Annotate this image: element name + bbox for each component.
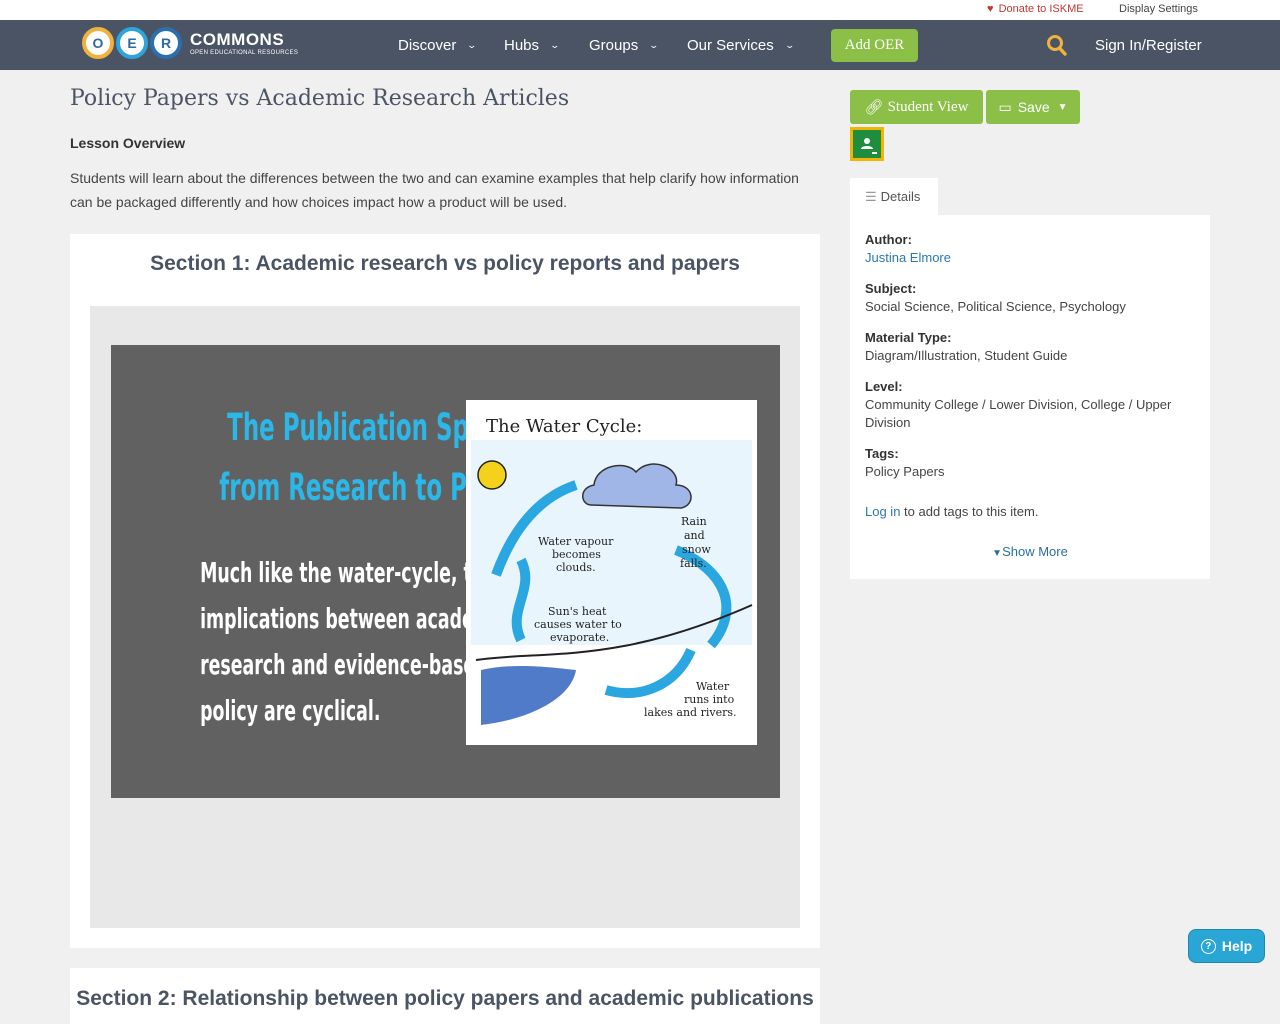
- svg-text:causes water to: causes water to: [534, 618, 622, 631]
- login-link[interactable]: Log in: [865, 504, 900, 519]
- question-icon: ?: [1200, 938, 1216, 954]
- tags-value: Policy Papers: [865, 464, 945, 479]
- logo-letter-e: E: [116, 27, 148, 59]
- folder-icon: ▭: [998, 98, 1012, 115]
- slide: The Publication Spectrum from Research t…: [111, 345, 780, 798]
- chevron-down-icon: ⌄: [784, 40, 795, 50]
- chevron-down-icon: ⌄: [648, 40, 660, 50]
- nav-groups[interactable]: Groups ⌄: [589, 37, 660, 54]
- water-cycle-diagram: The Water Cycle: Water vapour becomes cl…: [466, 400, 757, 745]
- subject-field: Subject: Social Science, Political Scien…: [865, 280, 1195, 316]
- utility-bar: ♥ Donate to ISKME Display Settings: [0, 0, 1280, 20]
- label-heat: Sun's heat: [548, 605, 607, 618]
- logo-tagline: OPEN EDUCATIONAL RESOURCES: [190, 49, 299, 56]
- level-field: Level: Community College / Lower Divisio…: [865, 378, 1195, 432]
- tab-details-label: Details: [880, 189, 921, 204]
- slide-body-line: Much like the water-cycle, the: [200, 556, 496, 589]
- caret-down-icon: ▼: [1057, 101, 1068, 113]
- material-type-value: Diagram/Illustration, Student Guide: [865, 348, 1068, 363]
- oer-commons-logo[interactable]: O E R COMMONS OPEN EDUCATIONAL RESOURCES: [82, 25, 298, 61]
- nav-hubs[interactable]: Hubs ⌄: [504, 37, 561, 54]
- logo-letter-o: O: [82, 27, 114, 59]
- display-settings-link[interactable]: Display Settings: [1119, 3, 1198, 15]
- water-cycle-illustration: The Water Cycle: Water vapour becomes cl…: [471, 416, 753, 735]
- svg-text:lakes and rivers.: lakes and rivers.: [644, 706, 736, 719]
- add-oer-button[interactable]: Add OER: [831, 29, 918, 62]
- section-2-card: Section 2: Relationship between policy p…: [70, 968, 820, 1024]
- page-title: Policy Papers vs Academic Research Artic…: [70, 86, 570, 111]
- login-suffix: to add tags to this item.: [900, 504, 1039, 519]
- nav-discover[interactable]: Discover ⌄: [398, 37, 478, 54]
- chevron-down-icon: ⌄: [549, 40, 561, 50]
- donate-label: Donate to ISKME: [998, 3, 1084, 15]
- tab-details[interactable]: ☰ Details: [850, 178, 938, 215]
- show-more-button[interactable]: ▼Show More: [850, 544, 1210, 559]
- help-button[interactable]: ? Help: [1188, 929, 1265, 963]
- material-type-field: Material Type: Diagram/Illustration, Stu…: [865, 329, 1195, 365]
- level-label: Level:: [865, 379, 903, 394]
- svg-text:and: and: [684, 529, 705, 542]
- author-field: Author: Justina Elmore: [865, 231, 1195, 267]
- sign-in-register-link[interactable]: Sign In/Register: [1095, 37, 1202, 54]
- list-icon: ☰: [865, 188, 877, 204]
- section-1-card: Section 1: Academic research vs policy r…: [70, 234, 820, 948]
- slide-heading: The Publication Spectrum from Research t…: [125, 397, 560, 527]
- logo-text: COMMONS OPEN EDUCATIONAL RESOURCES: [190, 31, 298, 56]
- section-1-title: Section 1: Academic research vs policy r…: [150, 252, 740, 275]
- chevron-down-icon: ▼: [992, 548, 1003, 559]
- tags-field: Tags: Policy Papers: [865, 445, 1195, 481]
- slide-body-line: implications between academic: [200, 602, 509, 635]
- lesson-overview-text: Students will learn about the difference…: [70, 170, 799, 210]
- help-label: Help: [1221, 938, 1253, 954]
- nav-hubs-label: Hubs: [504, 37, 540, 54]
- svg-text:snow: snow: [682, 543, 711, 556]
- chevron-down-icon: ⌄: [466, 40, 478, 50]
- svg-text:evaporate.: evaporate.: [550, 631, 609, 644]
- level-value: Community College / Lower Division, Coll…: [865, 397, 1172, 430]
- details-panel: Author: Justina Elmore Subject: Social S…: [850, 215, 1210, 579]
- label-vapour: Water vapour: [538, 535, 614, 548]
- nav-discover-label: Discover: [398, 37, 457, 54]
- nav-our-services-label: Our Services: [687, 37, 774, 54]
- save-button[interactable]: ▭ Save ▼: [986, 90, 1080, 124]
- author-link[interactable]: Justina Elmore: [865, 249, 1195, 267]
- section-2-title: Section 2: Relationship between policy p…: [76, 987, 814, 1010]
- login-to-tag: Log in to add tags to this item.: [865, 503, 1195, 521]
- heart-icon: ♥: [987, 3, 994, 15]
- donate-link[interactable]: ♥ Donate to ISKME: [987, 3, 1084, 15]
- lesson-overview-heading: Lesson Overview: [70, 135, 186, 151]
- search-button[interactable]: [1046, 33, 1068, 57]
- svg-text:falls.: falls.: [680, 557, 707, 570]
- embedded-slide-frame[interactable]: The Publication Spectrum from Research t…: [90, 306, 800, 928]
- main-navbar: O E R COMMONS OPEN EDUCATIONAL RESOURCES…: [0, 20, 1280, 70]
- google-classroom-button[interactable]: [850, 127, 884, 161]
- slide-body-line: research and evidence-based: [200, 648, 488, 681]
- student-view-label: Student View: [887, 98, 969, 115]
- label-runs: Water: [696, 680, 730, 693]
- logo-name: COMMONS: [190, 29, 285, 49]
- nav-groups-label: Groups: [589, 37, 639, 54]
- search-icon: [1047, 35, 1067, 56]
- label-rain: Rain: [681, 515, 707, 528]
- material-type-label: Material Type:: [865, 330, 952, 345]
- link-icon: 🔗︎: [864, 99, 884, 116]
- show-more-label: Show More: [1002, 544, 1068, 559]
- slide-body: Much like the water-cycle, the implicati…: [145, 550, 509, 734]
- student-view-button[interactable]: 🔗︎ Student View: [850, 90, 983, 124]
- slide-body-line: policy are cyclical.: [200, 694, 381, 727]
- subject-label: Subject:: [865, 281, 917, 296]
- author-label: Author:: [865, 232, 912, 247]
- tags-label: Tags:: [865, 446, 899, 461]
- svg-text:clouds.: clouds.: [556, 561, 596, 574]
- water-cycle-title: The Water Cycle:: [486, 416, 642, 437]
- google-classroom-icon: [853, 130, 881, 158]
- svg-text:becomes: becomes: [552, 548, 601, 561]
- sun-icon: [477, 460, 507, 490]
- logo-letter-r: R: [150, 27, 182, 59]
- subject-value: Social Science, Political Science, Psych…: [865, 299, 1126, 314]
- svg-text:runs into: runs into: [684, 693, 735, 706]
- nav-our-services[interactable]: Our Services ⌄: [687, 37, 795, 54]
- save-label: Save: [1017, 99, 1050, 115]
